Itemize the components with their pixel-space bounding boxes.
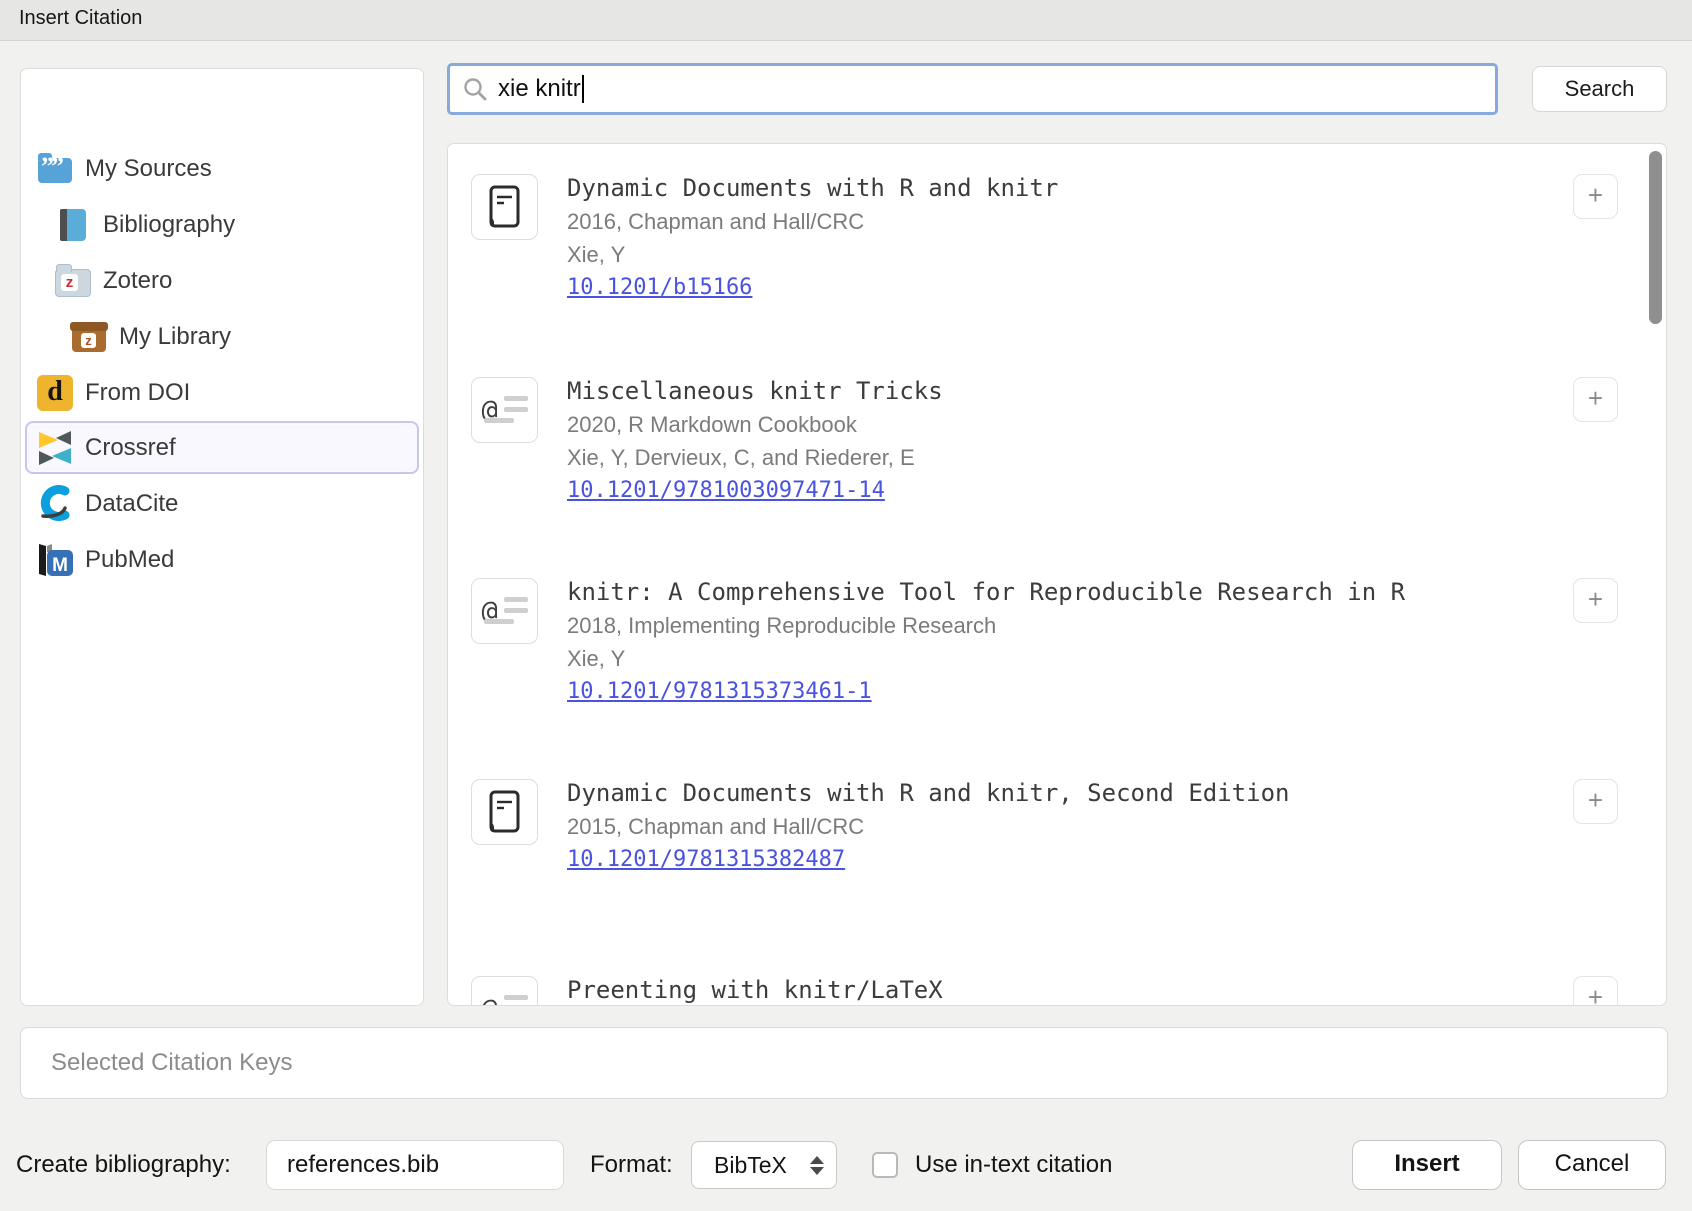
book-icon bbox=[471, 779, 538, 845]
create-bibliography-label: Create bibliography: bbox=[16, 1151, 231, 1179]
sidebar-item-label: Zotero bbox=[103, 267, 172, 295]
pubmed-icon: M bbox=[35, 540, 75, 580]
sidebar-item-label: My Sources bbox=[85, 155, 212, 183]
result-authors: Xie, Y, Dervieux, C, and Riederer, E bbox=[567, 441, 943, 474]
result-doi-link[interactable]: 10.1201/9781315382487 bbox=[567, 843, 845, 876]
article-icon: @ bbox=[471, 976, 538, 1006]
result-doi-link[interactable]: 10.1201/9781315373461-1 bbox=[567, 675, 872, 708]
search-query-text: xie knitr bbox=[498, 75, 581, 103]
add-citation-button[interactable]: + bbox=[1573, 976, 1618, 1006]
article-icon: @ bbox=[471, 377, 538, 443]
use-intext-citation-label: Use in-text citation bbox=[915, 1151, 1112, 1179]
text-caret bbox=[582, 75, 584, 103]
sidebar-item-datacite[interactable]: DataCite bbox=[25, 477, 419, 530]
results-scrollbar[interactable] bbox=[1649, 151, 1662, 324]
result-title: Dynamic Documents with R and knitr bbox=[567, 171, 1058, 205]
sidebar-item-label: My Library bbox=[119, 323, 231, 351]
result-publisher: 2020, R Markdown Cookbook bbox=[567, 408, 943, 441]
sidebar-item-label: Crossref bbox=[85, 434, 176, 462]
sidebar-item-from-doi[interactable]: d From DOI bbox=[25, 366, 419, 419]
sidebar-item-zotero[interactable]: z Zotero bbox=[25, 254, 419, 307]
add-citation-button[interactable]: + bbox=[1573, 174, 1618, 219]
result-doi-link[interactable]: 10.1201/b15166 bbox=[567, 271, 752, 304]
use-intext-citation-checkbox[interactable] bbox=[872, 1152, 898, 1178]
result-title: Dynamic Documents with R and knitr, Seco… bbox=[567, 776, 1289, 810]
cancel-button[interactable]: Cancel bbox=[1518, 1140, 1666, 1190]
sidebar-item-my-library[interactable]: z My Library bbox=[25, 310, 419, 363]
sidebar-item-label: PubMed bbox=[85, 546, 174, 574]
add-citation-button[interactable]: + bbox=[1573, 779, 1618, 824]
crossref-icon bbox=[35, 428, 75, 468]
sidebar-item-my-sources[interactable]: ”” My Sources bbox=[25, 142, 419, 195]
datacite-icon bbox=[35, 484, 75, 524]
sidebar-item-pubmed[interactable]: M PubMed bbox=[25, 533, 419, 586]
sidebar-item-label: Bibliography bbox=[103, 211, 235, 239]
result-authors: Xie, Y bbox=[567, 238, 1058, 271]
format-selected-value: BibTeX bbox=[714, 1152, 787, 1179]
sidebar-item-crossref[interactable]: Crossref bbox=[25, 421, 419, 474]
dialog-title: Insert Citation bbox=[19, 7, 142, 30]
article-icon: @ bbox=[471, 578, 538, 644]
format-select[interactable]: BibTeX bbox=[691, 1141, 837, 1189]
sidebar-item-bibliography[interactable]: Bibliography bbox=[25, 198, 419, 251]
selected-keys-placeholder: Selected Citation Keys bbox=[51, 1049, 292, 1077]
result-title: knitr: A Comprehensive Tool for Reproduc… bbox=[567, 575, 1405, 609]
add-citation-button[interactable]: + bbox=[1573, 377, 1618, 422]
svg-text:M: M bbox=[52, 555, 68, 576]
result-authors: Xie, Y bbox=[567, 642, 1405, 675]
add-citation-button[interactable]: + bbox=[1573, 578, 1618, 623]
select-arrows-icon bbox=[810, 1156, 824, 1175]
search-button[interactable]: Search bbox=[1532, 66, 1667, 112]
bibliography-book-icon bbox=[53, 205, 93, 245]
dialog-titlebar: Insert Citation bbox=[0, 0, 1692, 41]
sources-sidebar: ”” My Sources Bibliography z Zotero z My… bbox=[20, 68, 424, 1006]
result-title: Preenting with knitr/LaTeX bbox=[567, 973, 943, 1006]
result-publisher: 2018, Implementing Reproducible Research bbox=[567, 609, 1405, 642]
sidebar-item-label: DataCite bbox=[85, 490, 178, 518]
doi-icon: d bbox=[35, 373, 75, 413]
insert-button[interactable]: Insert bbox=[1352, 1140, 1502, 1190]
sidebar-item-label: From DOI bbox=[85, 379, 190, 407]
selected-citation-keys-input[interactable]: Selected Citation Keys bbox=[20, 1027, 1668, 1099]
result-doi-link[interactable]: 10.1201/9781003097471-14 bbox=[567, 474, 885, 507]
format-label: Format: bbox=[590, 1151, 673, 1179]
results-list: Dynamic Documents with R and knitr 2016,… bbox=[447, 143, 1667, 1006]
sources-folder-icon: ”” bbox=[35, 149, 75, 189]
zotero-folder-icon: z bbox=[53, 261, 93, 301]
result-title: Miscellaneous knitr Tricks bbox=[567, 374, 943, 408]
result-publisher: 2015, Chapman and Hall/CRC bbox=[567, 810, 1289, 843]
result-publisher: 2016, Chapman and Hall/CRC bbox=[567, 205, 1058, 238]
book-icon bbox=[471, 174, 538, 240]
bibliography-file-input[interactable]: references.bib bbox=[266, 1140, 564, 1190]
library-box-icon: z bbox=[69, 317, 109, 357]
search-input[interactable]: xie knitr bbox=[447, 63, 1498, 115]
search-icon bbox=[462, 76, 488, 102]
